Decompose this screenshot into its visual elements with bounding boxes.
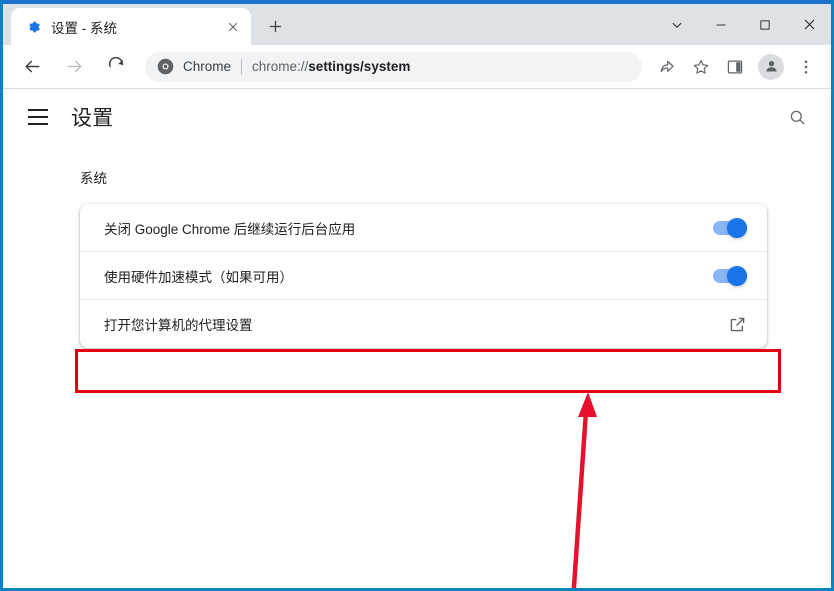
- setting-row-proxy-settings[interactable]: 打开您计算机的代理设置: [80, 300, 767, 348]
- browser-toolbar: Chrome chrome://settings/system: [3, 45, 831, 89]
- setting-label: 使用硬件加速模式（如果可用）: [104, 269, 293, 285]
- maximize-button[interactable]: [743, 4, 787, 45]
- url-prefix: chrome://: [252, 59, 309, 74]
- page-title: 设置: [71, 107, 114, 130]
- back-arrow-icon[interactable]: [15, 50, 49, 84]
- omnibox-url: chrome://settings/system: [252, 59, 410, 74]
- reload-icon[interactable]: [99, 50, 133, 84]
- setting-row-hardware-acceleration[interactable]: 使用硬件加速模式（如果可用）: [80, 252, 767, 300]
- minimize-button[interactable]: [699, 4, 743, 45]
- settings-content: 系统 关闭 Google Chrome 后继续运行后台应用 使用硬件加速模式（如…: [3, 145, 831, 348]
- setting-row-background-apps[interactable]: 关闭 Google Chrome 后继续运行后台应用: [80, 204, 767, 252]
- settings-page: 设置 系统 关闭 Google Chrome 后继续运行后台应用 使用硬件加速模…: [3, 89, 831, 588]
- hamburger-menu-icon[interactable]: [28, 105, 52, 129]
- share-icon[interactable]: [652, 52, 682, 82]
- section-title-system: 系统: [80, 171, 107, 186]
- new-tab-button[interactable]: [261, 12, 289, 40]
- close-button[interactable]: [787, 4, 831, 45]
- tab-search-button[interactable]: [655, 4, 699, 45]
- toggle-knob: [727, 265, 747, 286]
- settings-header: 设置: [3, 89, 831, 145]
- address-bar[interactable]: Chrome chrome://settings/system: [145, 51, 642, 82]
- setting-label: 关闭 Google Chrome 后继续运行后台应用: [104, 221, 356, 237]
- bookmark-star-icon[interactable]: [686, 52, 716, 82]
- side-panel-icon[interactable]: [720, 52, 750, 82]
- close-icon[interactable]: [223, 17, 243, 37]
- toggle-background-apps[interactable]: [713, 217, 747, 238]
- gear-icon: [25, 19, 41, 35]
- system-settings-card: 关闭 Google Chrome 后继续运行后台应用 使用硬件加速模式（如果可用…: [80, 204, 767, 348]
- browser-window: 设置 - 系统 Chrome chrome://settings/system …: [0, 0, 834, 591]
- forward-arrow-icon[interactable]: [57, 50, 91, 84]
- external-link-icon[interactable]: [727, 314, 747, 334]
- omnibox-divider: [241, 58, 243, 75]
- omnibox-chip-label: Chrome: [183, 59, 232, 74]
- annotation-highlight-box: [75, 349, 781, 393]
- profile-avatar[interactable]: [758, 53, 784, 80]
- browser-tab-settings[interactable]: 设置 - 系统: [11, 8, 251, 45]
- toggle-knob: [727, 217, 747, 238]
- search-icon[interactable]: [785, 105, 809, 129]
- window-controls: [655, 4, 831, 45]
- setting-label: 打开您计算机的代理设置: [104, 318, 253, 333]
- toggle-hardware-acceleration[interactable]: [713, 265, 747, 286]
- tab-strip: 设置 - 系统: [3, 0, 831, 45]
- url-path: settings/system: [308, 59, 411, 74]
- tab-title: 设置 - 系统: [51, 20, 117, 36]
- chrome-logo-icon: [157, 58, 174, 75]
- more-menu-icon[interactable]: [791, 52, 821, 82]
